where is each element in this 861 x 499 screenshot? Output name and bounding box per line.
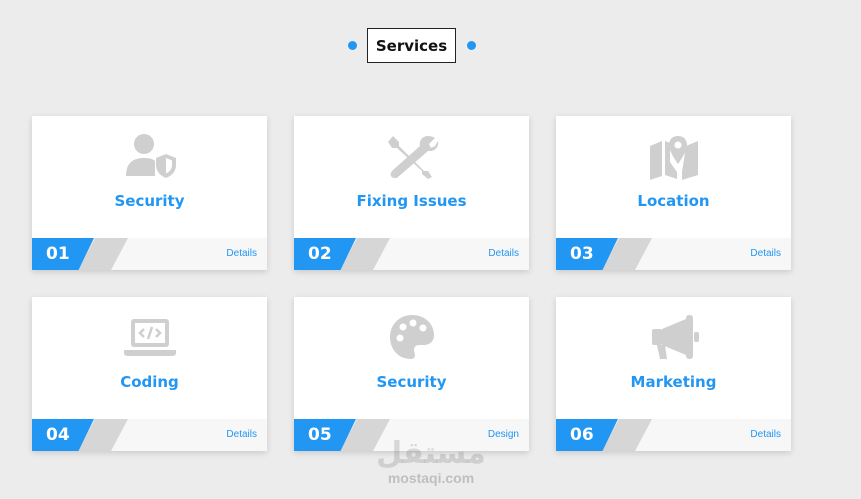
card-number: 02 [308,244,332,264]
watermark-logo: مستقل [376,436,486,471]
details-link[interactable]: Details [750,248,781,259]
card-footer: 02 Details [294,238,529,270]
details-link[interactable]: Details [226,248,257,259]
card-number: 01 [46,244,70,264]
card-title: Security [376,373,447,391]
laptop-code-icon [32,313,267,361]
header-dot-left [348,41,357,50]
details-link[interactable]: Details [750,429,781,440]
card-footer: 03 Details [556,238,791,270]
card-footer: 04 Details [32,419,267,451]
details-link[interactable]: Details [226,429,257,440]
section-header: Services [0,28,861,63]
card-number: 05 [308,425,332,445]
watermark-text: mostaqi.com [387,470,475,486]
watermark: مستقل mostaqi.com [376,438,486,490]
card-title: Fixing Issues [356,192,467,210]
service-card-marketing: Marketing 06 Details [556,297,791,451]
card-number: 06 [570,425,594,445]
service-card-coding: Coding 04 Details [32,297,267,451]
user-shield-icon [32,132,267,180]
megaphone-icon [556,313,791,361]
card-number: 03 [570,244,594,264]
service-card-fixing-issues: Fixing Issues 02 Details [294,116,529,270]
palette-icon [294,313,529,361]
card-title: Security [114,192,185,210]
section-title: Services [367,28,456,63]
design-link[interactable]: Design [488,429,519,440]
card-number: 04 [46,425,70,445]
map-marker-icon [556,132,791,180]
details-link[interactable]: Details [488,248,519,259]
header-dot-right [467,41,476,50]
card-title: Location [637,192,710,210]
service-card-security-design: Security 05 Design [294,297,529,451]
service-card-location: Location 03 Details [556,116,791,270]
card-footer: 06 Details [556,419,791,451]
service-card-security: Security 01 Details [32,116,267,270]
card-footer: 01 Details [32,238,267,270]
card-title: Coding [120,373,179,391]
tools-icon [294,132,529,180]
card-title: Marketing [630,373,717,391]
